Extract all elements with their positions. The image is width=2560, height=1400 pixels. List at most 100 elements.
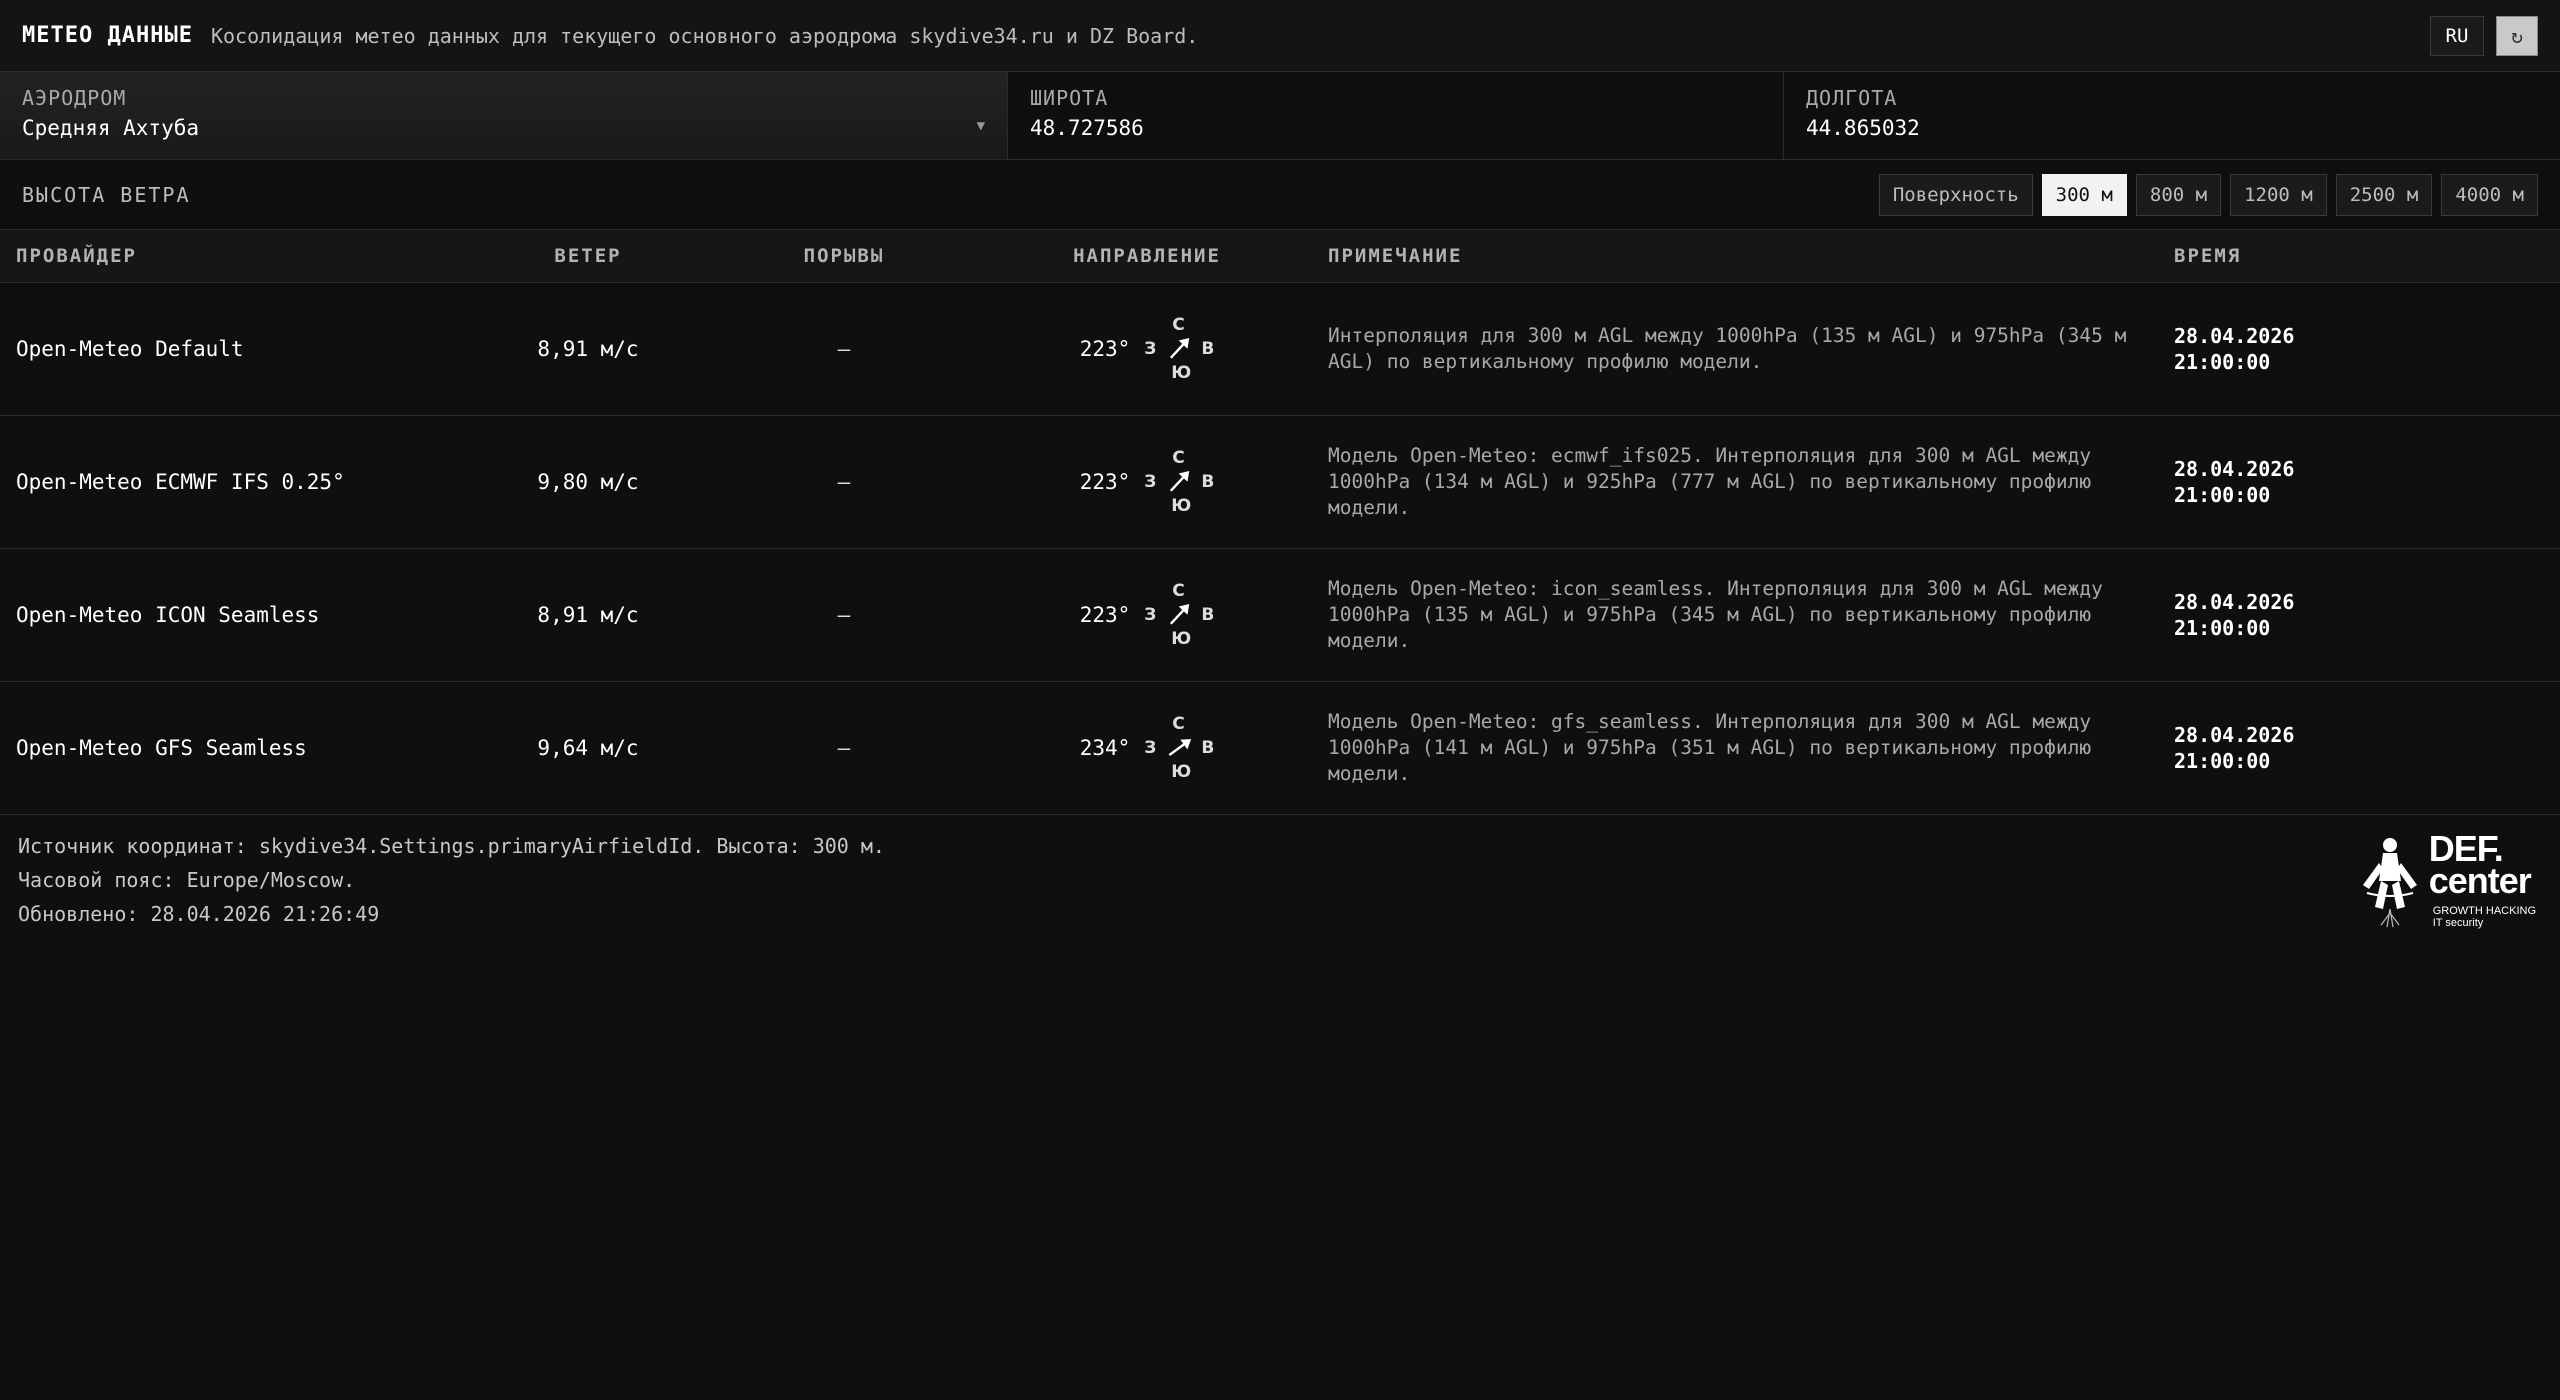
longitude-label: ДОЛГОТА — [1806, 86, 1898, 110]
provider-note: Модель Open-Meteo: ecmwf_ifs025. Интерпо… — [1312, 415, 2158, 549]
provider-note: Модель Open-Meteo: gfs_seamless. Интерпо… — [1312, 681, 2158, 815]
direction-degrees: 223° — [1079, 470, 1131, 494]
compass-icon: С З В Ю — [1144, 581, 1214, 649]
app-subtitle: Косолидация метео данных для текущего ос… — [210, 23, 1199, 48]
forecast-time: 28.04.2026 21:00:00 — [2158, 548, 2560, 682]
chevron-down-icon: ▼ — [976, 118, 985, 134]
direction-cell: 223° С З В Ю — [982, 548, 1312, 682]
compass-east: В — [1201, 738, 1215, 758]
top-bar: МЕТЕО ДАННЫЕ Косолидация метео данных дл… — [0, 0, 2560, 72]
direction-degrees: 223° — [1079, 603, 1131, 627]
compass-west: З — [1144, 472, 1157, 492]
header-direction: НАПРАВЛЕНИЕ — [982, 230, 1312, 283]
table-row: Open-Meteo GFS Seamless 9,64 м/с — 234° … — [0, 681, 2560, 815]
wind-speed: 9,80 м/с — [470, 415, 706, 549]
compass-icon: С З В Ю — [1144, 714, 1214, 782]
language-button[interactable]: RU — [2430, 15, 2484, 56]
airfield-label: АЭРОДРОМ — [22, 86, 127, 110]
header-gusts: ПОРЫВЫ — [706, 230, 982, 283]
wind-height-bar: ВЫСОТА ВЕТРА Поверхность 300 м 800 м 120… — [0, 160, 2560, 230]
direction-cell: 223° С З В Ю — [982, 282, 1312, 416]
wind-gusts: — — [706, 282, 982, 416]
direction-degrees: 223° — [1079, 337, 1131, 361]
latitude-value: 48.727586 — [1030, 116, 1144, 140]
table-row: Open-Meteo Default 8,91 м/с — 223° С З В… — [0, 282, 2560, 416]
compass-east: В — [1201, 472, 1215, 492]
coordinates-source: Источник координат: skydive34.Settings.p… — [18, 834, 885, 858]
wind-arrow-icon — [1170, 471, 1190, 492]
compass-east: В — [1201, 605, 1215, 625]
forecast-time: 28.04.2026 21:00:00 — [2158, 415, 2560, 549]
forecast-date: 28.04.2026 — [2174, 723, 2295, 747]
wind-arrow-icon — [1170, 604, 1190, 625]
height-button-800[interactable]: 800 м — [2135, 173, 2222, 216]
forecast-time: 28.04.2026 21:00:00 — [2158, 282, 2560, 416]
provider-name: Open-Meteo ICON Seamless — [0, 548, 470, 682]
provider-name: Open-Meteo Default — [0, 282, 470, 416]
height-button-4000[interactable]: 4000 м — [2441, 173, 2538, 216]
forecast-clock: 21:00:00 — [2174, 616, 2271, 640]
wind-gusts: — — [706, 548, 982, 682]
forecast-date: 28.04.2026 — [2174, 457, 2295, 481]
airfield-select[interactable]: АЭРОДРОМ Средняя Ахтуба ▼ — [0, 72, 1008, 159]
table-row: Open-Meteo ICON Seamless 8,91 м/с — 223°… — [0, 548, 2560, 682]
logo-word-center: center — [2428, 860, 2532, 901]
location-fields: АЭРОДРОМ Средняя Ахтуба ▼ ШИРОТА 48.7275… — [0, 72, 2560, 160]
forecast-clock: 21:00:00 — [2174, 749, 2271, 773]
logo-tagline-1: GROWTH HACKING — [2432, 905, 2536, 917]
refresh-button[interactable]: ↻ — [2496, 15, 2538, 56]
forecast-time: 28.04.2026 21:00:00 — [2158, 681, 2560, 815]
compass-icon: С З В Ю — [1144, 315, 1214, 383]
provider-name: Open-Meteo ECMWF IFS 0.25° — [0, 415, 470, 549]
wind-arrow-icon — [1168, 739, 1192, 757]
table-header-row: ПРОВАЙДЕР ВЕТЕР ПОРЫВЫ НАПРАВЛЕНИЕ ПРИМЕ… — [0, 230, 2560, 283]
height-button-1200[interactable]: 1200 м — [2230, 173, 2327, 216]
app-title: МЕТЕО ДАННЫЕ — [22, 23, 193, 48]
timezone-info: Часовой пояс: Europe/Moscow. — [18, 868, 356, 892]
direction-cell: 223° С З В Ю — [982, 415, 1312, 549]
header-note: ПРИМЕЧАНИЕ — [1312, 230, 2158, 283]
airfield-value: Средняя Ахтуба — [22, 116, 200, 140]
height-button-surface[interactable]: Поверхность — [1878, 173, 2033, 216]
wind-speed: 8,91 м/с — [470, 548, 706, 682]
wind-arrow-icon — [1170, 338, 1190, 359]
refresh-icon: ↻ — [2510, 23, 2524, 48]
updated-at: Обновлено: 28.04.2026 21:26:49 — [18, 902, 380, 926]
logo-tagline-2: IT security — [2432, 917, 2484, 929]
longitude-field[interactable]: ДОЛГОТА 44.865032 — [1784, 72, 2560, 159]
compass-west: З — [1144, 738, 1157, 758]
footer: Источник координат: skydive34.Settings.p… — [0, 815, 2560, 945]
provider-name: Open-Meteo GFS Seamless — [0, 681, 470, 815]
provider-note: Модель Open-Meteo: icon_seamless. Интерп… — [1312, 548, 2158, 682]
header-provider: ПРОВАЙДЕР — [0, 230, 470, 283]
direction-degrees: 234° — [1079, 736, 1131, 760]
compass-icon: С З В Ю — [1144, 448, 1214, 516]
compass-west: З — [1144, 605, 1157, 625]
forecast-date: 28.04.2026 — [2174, 590, 2295, 614]
compass-east: В — [1201, 339, 1215, 359]
logo-wordmark: DEF. center — [2428, 831, 2536, 901]
direction-cell: 234° С З В Ю — [982, 681, 1312, 815]
forecast-clock: 21:00:00 — [2174, 483, 2271, 507]
forecast-clock: 21:00:00 — [2174, 350, 2271, 374]
logo-figure-icon — [2362, 838, 2417, 928]
longitude-value: 44.865032 — [1806, 116, 1920, 140]
wind-gusts: — — [706, 681, 982, 815]
wind-speed: 9,64 м/с — [470, 681, 706, 815]
def-center-logo: DEF. center GROWTH HACKING IT security — [2357, 831, 2536, 931]
provider-note: Интерполяция для 300 м AGL между 1000hPa… — [1312, 282, 2158, 416]
weather-table: ПРОВАЙДЕР ВЕТЕР ПОРЫВЫ НАПРАВЛЕНИЕ ПРИМЕ… — [0, 230, 2560, 815]
header-time: ВРЕМЯ — [2158, 230, 2560, 283]
height-button-2500[interactable]: 2500 м — [2335, 173, 2433, 216]
latitude-label: ШИРОТА — [1030, 86, 1109, 110]
forecast-date: 28.04.2026 — [2174, 324, 2295, 348]
wind-speed: 8,91 м/с — [470, 282, 706, 416]
latitude-field[interactable]: ШИРОТА 48.727586 — [1008, 72, 1784, 159]
wind-gusts: — — [706, 415, 982, 549]
footer-info: Источник координат: skydive34.Settings.p… — [18, 829, 885, 931]
compass-west: З — [1144, 339, 1157, 359]
wind-height-label: ВЫСОТА ВЕТРА — [22, 182, 191, 207]
table-row: Open-Meteo ECMWF IFS 0.25° 9,80 м/с — 22… — [0, 415, 2560, 549]
header-wind: ВЕТЕР — [470, 230, 706, 283]
height-button-300[interactable]: 300 м — [2041, 173, 2127, 216]
